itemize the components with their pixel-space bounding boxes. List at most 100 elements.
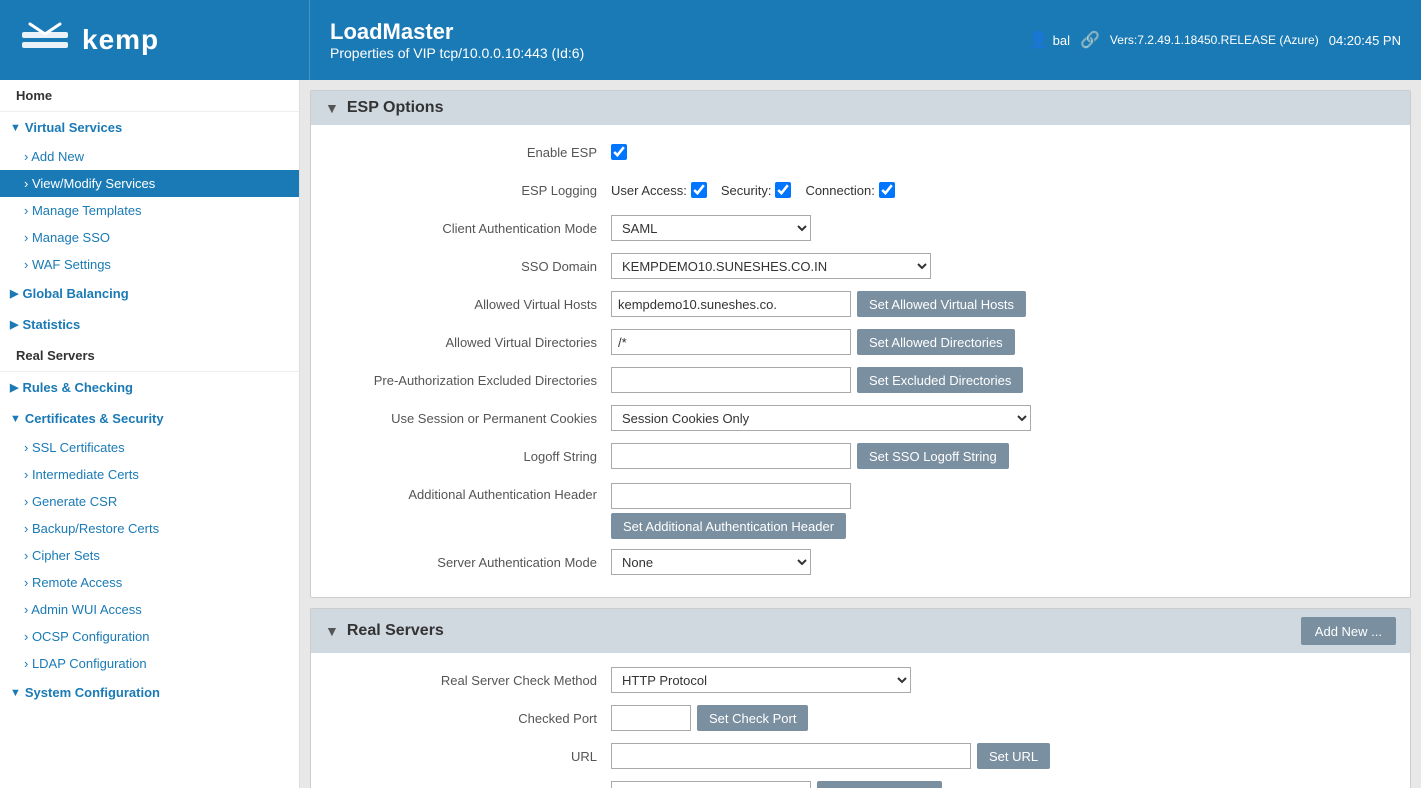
sso-domain-row: SSO Domain KEMPDEMO10.SUNESHES.CO.IN (331, 251, 1390, 281)
header-divider-icon: 🔗 (1080, 30, 1100, 50)
sidebar-section-certificates-security[interactable]: ▼ Certificates & Security (0, 403, 299, 434)
sidebar-section-statistics[interactable]: ▶ Statistics (0, 309, 299, 340)
add-new-real-server-btn[interactable]: Add New ... (1301, 617, 1396, 645)
sidebar-item-ldap-configuration[interactable]: › LDAP Configuration (0, 650, 299, 677)
check-method-select[interactable]: HTTP Protocol ICMP TCP None (611, 667, 911, 693)
real-servers-body: Real Server Check Method HTTP Protocol I… (311, 653, 1410, 788)
sidebar-section-system-configuration[interactable]: ▼ System Configuration (0, 677, 299, 708)
allowed-virtual-hosts-input[interactable] (611, 291, 851, 317)
allowed-virtual-hosts-label: Allowed Virtual Hosts (331, 297, 611, 312)
set-excluded-directories-btn[interactable]: Set Excluded Directories (857, 367, 1023, 393)
sidebar-item-generate-csr[interactable]: › Generate CSR (0, 488, 299, 515)
logoff-string-control: Set SSO Logoff String (611, 443, 1390, 469)
allowed-virtual-hosts-control: Set Allowed Virtual Hosts (611, 291, 1390, 317)
logoff-string-label: Logoff String (331, 449, 611, 464)
user-access-label: User Access: (611, 183, 687, 198)
checked-port-label: Checked Port (331, 711, 611, 726)
allowed-virtual-dirs-input[interactable] (611, 329, 851, 355)
certificates-security-label: Certificates & Security (25, 411, 164, 426)
logo-text: kemp (82, 24, 159, 56)
additional-auth-header-input[interactable] (611, 483, 851, 509)
esp-options-header: ▼ ESP Options (311, 91, 1410, 125)
sidebar-section-rules-checking[interactable]: ▶ Rules & Checking (0, 372, 299, 403)
esp-logging-control: User Access: Security: Connection: (611, 182, 1390, 198)
esp-logging-label: ESP Logging (331, 183, 611, 198)
sidebar-item-ocsp-configuration[interactable]: › OCSP Configuration (0, 623, 299, 650)
main-layout: Home ▼ Virtual Services › Add New › View… (0, 80, 1421, 788)
checked-port-control: Set Check Port (611, 705, 1390, 731)
user-icon: 👤 (1029, 30, 1049, 50)
status-codes-input[interactable] (611, 781, 811, 788)
real-servers-header: ▼ Real Servers Add New ... (311, 609, 1410, 653)
client-auth-mode-select[interactable]: SAML Form Based Basic None (611, 215, 811, 241)
set-url-btn[interactable]: Set URL (977, 743, 1050, 769)
sidebar-item-waf-settings[interactable]: › WAF Settings (0, 251, 299, 278)
allowed-virtual-hosts-row: Allowed Virtual Hosts Set Allowed Virtua… (331, 289, 1390, 319)
sidebar-item-cipher-sets[interactable]: › Cipher Sets (0, 542, 299, 569)
esp-logging-checkboxes: User Access: Security: Connection: (611, 182, 905, 198)
pre-auth-excluded-input[interactable] (611, 367, 851, 393)
connection-checkbox[interactable] (879, 182, 895, 198)
security-group: Security: (721, 182, 792, 198)
enable-esp-control (611, 144, 1390, 160)
url-input[interactable] (611, 743, 971, 769)
real-servers-title: Real Servers (347, 622, 444, 640)
url-control: Set URL (611, 743, 1390, 769)
checked-port-input[interactable] (611, 705, 691, 731)
allowed-virtual-dirs-control: Set Allowed Directories (611, 329, 1390, 355)
sidebar-item-ssl-certificates[interactable]: › SSL Certificates (0, 434, 299, 461)
sidebar-item-real-servers[interactable]: Real Servers (0, 340, 299, 372)
set-sso-logoff-btn[interactable]: Set SSO Logoff String (857, 443, 1009, 469)
header-time: 04:20:45 PN (1329, 33, 1401, 48)
rules-checking-arrow: ▶ (10, 381, 18, 394)
status-codes-row: Status Codes Set Status Codes (331, 779, 1390, 788)
esp-options-body: Enable ESP ESP Logging User Access: (311, 125, 1410, 597)
statistics-arrow: ▶ (10, 318, 18, 331)
virtual-services-label: Virtual Services (25, 120, 122, 135)
sidebar-item-remote-access[interactable]: › Remote Access (0, 569, 299, 596)
logo-area: kemp (0, 0, 310, 80)
header-user: 👤 bal (1029, 30, 1070, 50)
sidebar-item-backup-restore-certs[interactable]: › Backup/Restore Certs (0, 515, 299, 542)
set-check-port-btn[interactable]: Set Check Port (697, 705, 808, 731)
enable-esp-checkbox[interactable] (611, 144, 627, 160)
enable-esp-row: Enable ESP (331, 137, 1390, 167)
server-auth-mode-select[interactable]: None Basic Kerberos (611, 549, 811, 575)
set-status-codes-btn[interactable]: Set Status Codes (817, 781, 942, 788)
set-allowed-directories-btn[interactable]: Set Allowed Directories (857, 329, 1015, 355)
header-center: LoadMaster Properties of VIP tcp/10.0.0.… (310, 0, 1009, 80)
certificates-security-arrow: ▼ (10, 413, 21, 425)
statistics-label: Statistics (22, 317, 80, 332)
sidebar-section-virtual-services[interactable]: ▼ Virtual Services (0, 112, 299, 143)
set-allowed-virtual-hosts-btn[interactable]: Set Allowed Virtual Hosts (857, 291, 1026, 317)
set-additional-auth-btn[interactable]: Set Additional Authentication Header (611, 513, 846, 539)
global-balancing-arrow: ▶ (10, 287, 18, 300)
sidebar-section-global-balancing[interactable]: ▶ Global Balancing (0, 278, 299, 309)
sidebar-item-view-modify-services[interactable]: › View/Modify Services (0, 170, 299, 197)
header-app-name: LoadMaster (330, 19, 989, 45)
security-checkbox[interactable] (775, 182, 791, 198)
checked-port-row: Checked Port Set Check Port (331, 703, 1390, 733)
sso-domain-select[interactable]: KEMPDEMO10.SUNESHES.CO.IN (611, 253, 931, 279)
virtual-services-arrow: ▼ (10, 122, 21, 134)
logoff-string-input[interactable] (611, 443, 851, 469)
real-servers-panel: ▼ Real Servers Add New ... Real Server C… (310, 608, 1411, 788)
sidebar-item-intermediate-certs[interactable]: › Intermediate Certs (0, 461, 299, 488)
status-codes-control: Set Status Codes (611, 781, 1390, 788)
user-access-checkbox[interactable] (691, 182, 707, 198)
logoff-string-row: Logoff String Set SSO Logoff String (331, 441, 1390, 471)
security-label: Security: (721, 183, 772, 198)
sidebar-home[interactable]: Home (0, 80, 299, 112)
user-access-group: User Access: (611, 182, 707, 198)
url-label: URL (331, 749, 611, 764)
sidebar-item-add-new[interactable]: › Add New (0, 143, 299, 170)
real-servers-collapse-btn[interactable]: ▼ (325, 623, 339, 639)
additional-auth-header-label: Additional Authentication Header (331, 483, 611, 502)
esp-options-collapse-btn[interactable]: ▼ (325, 100, 339, 116)
sidebar-item-admin-wui-access[interactable]: › Admin WUI Access (0, 596, 299, 623)
url-row: URL Set URL (331, 741, 1390, 771)
check-method-row: Real Server Check Method HTTP Protocol I… (331, 665, 1390, 695)
sidebar-item-manage-sso[interactable]: › Manage SSO (0, 224, 299, 251)
sidebar-item-manage-templates[interactable]: › Manage Templates (0, 197, 299, 224)
session-cookies-select[interactable]: Session Cookies Only Permanent Cookies S… (611, 405, 1031, 431)
